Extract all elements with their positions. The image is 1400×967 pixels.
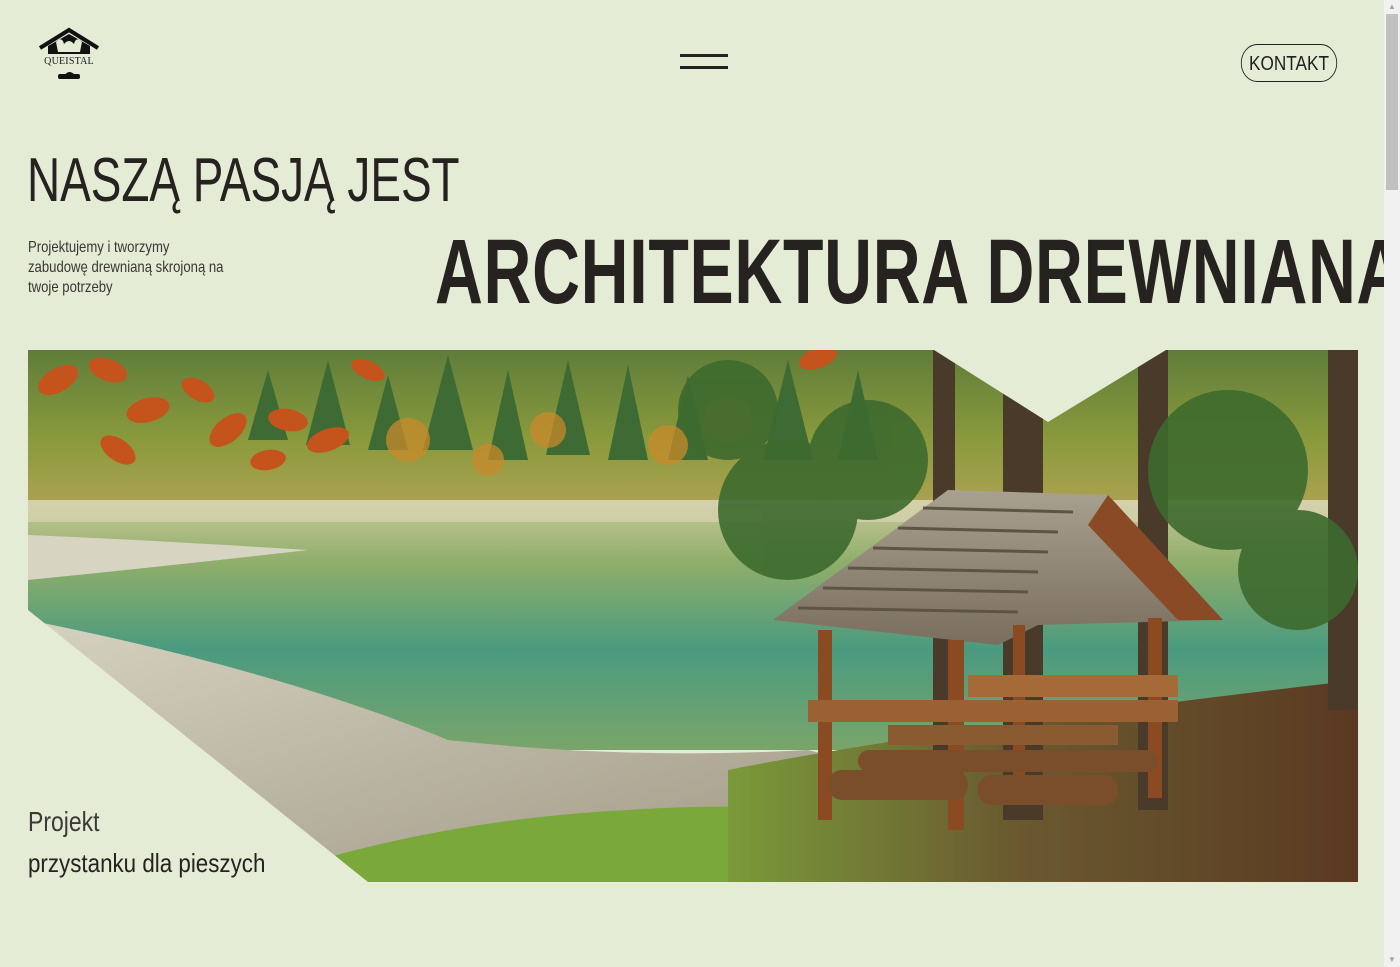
contact-button[interactable]: KONTAKT <box>1240 44 1338 82</box>
scroll-up-icon[interactable]: ▲ <box>1384 0 1400 14</box>
hamburger-icon <box>680 54 728 57</box>
logo-text: QUEISTAL <box>44 56 94 67</box>
menu-button[interactable] <box>680 54 728 72</box>
hero-description: Projektujemy i tworzymy zabudowę drewnia… <box>28 239 224 296</box>
scrollbar-thumb[interactable] <box>1386 14 1398 190</box>
page: QUEISTAL KONTAKT NASZĄ PASJĄ JEST Projek… <box>0 0 1400 967</box>
project-label: Projekt <box>28 806 100 837</box>
hero-headline-small: NASZĄ PASJĄ JEST <box>27 146 460 215</box>
scroll-down-icon[interactable]: ▼ <box>1384 953 1400 967</box>
scrollbar[interactable]: ▲ ▼ <box>1384 0 1400 967</box>
hero-image <box>28 350 1358 882</box>
hero-headline-big: ARCHITEKTURA DREWNIANA <box>435 221 1400 323</box>
project-name[interactable]: przystanku dla pieszych <box>28 848 265 879</box>
hamburger-icon-line <box>680 66 728 69</box>
logo-house-icon <box>38 27 100 79</box>
logo[interactable]: QUEISTAL <box>36 26 102 84</box>
